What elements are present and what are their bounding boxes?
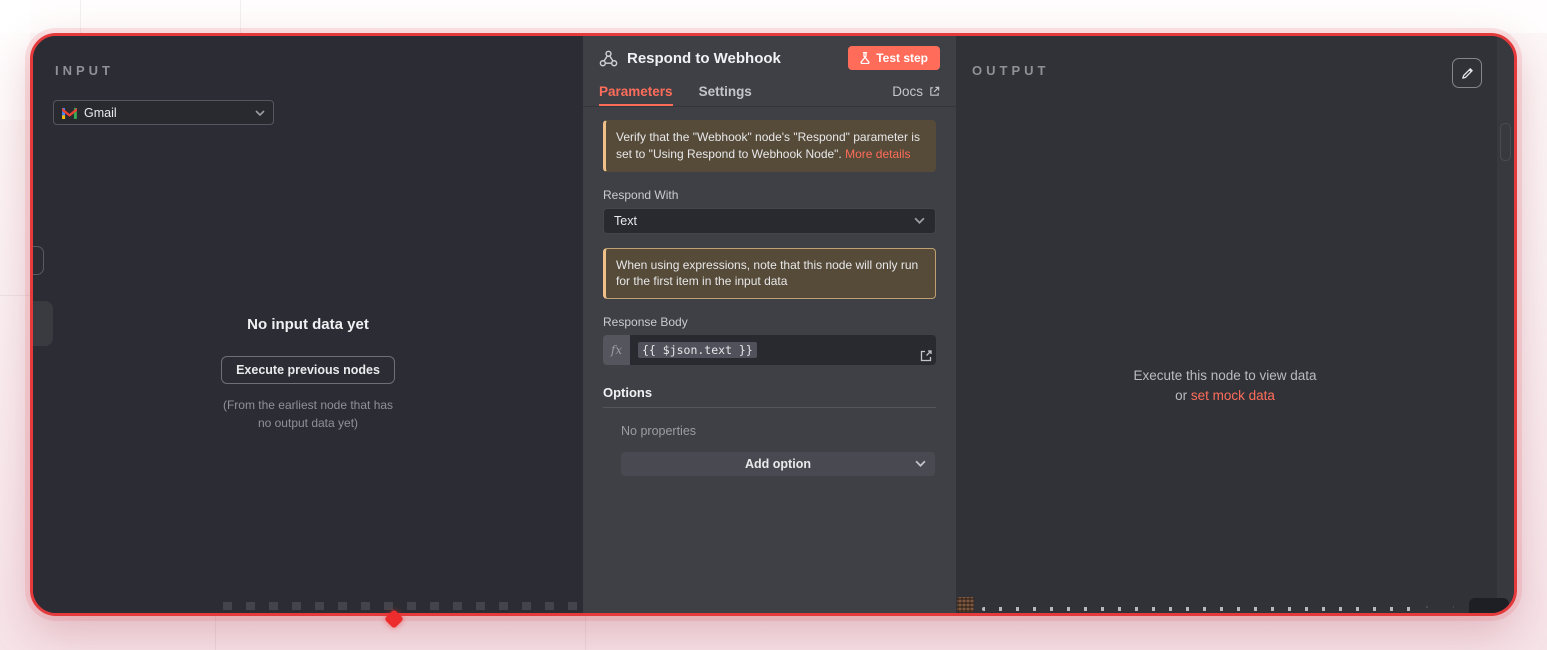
tab-settings[interactable]: Settings [699,76,752,106]
clipped-footer-text [982,607,1412,611]
response-body-input[interactable]: fx {{ $json.text }} [603,335,936,365]
clipped-corner-widget [1469,598,1509,613]
output-panel-title: OUTPUT [972,63,1049,78]
options-section-title: Options [603,385,936,408]
canvas-top-strip [0,0,1547,33]
no-input-data-title: No input data yet [33,316,583,333]
input-source-label: Gmail [84,106,248,120]
clipped-footer-dots [1426,606,1454,608]
expression-value: {{ $json.text }} [638,342,757,358]
canvas-grid-line [0,295,30,296]
chevron-down-icon [255,110,265,116]
no-properties-text: No properties [621,424,936,438]
webhook-verify-notice: Verify that the "Webhook" node's "Respon… [603,120,936,172]
flask-icon [860,52,870,64]
panel-edge-tab[interactable] [30,301,53,346]
respond-with-label: Respond With [603,188,936,202]
canvas-grid-line [80,0,81,33]
node-settings-panel: Respond to Webhook Test step Parameters … [583,36,956,613]
chevron-down-icon [915,460,926,467]
canvas-grid-line [240,0,241,33]
gmail-icon [62,107,77,119]
chevron-down-icon [914,217,925,224]
input-panel: INPUT Gmail No input data yet Execute pr… [33,36,583,613]
execute-previous-nodes-button[interactable]: Execute previous nodes [221,356,395,384]
edit-output-button[interactable] [1452,58,1482,88]
clipped-footer-icon [957,597,974,612]
webhook-node-icon [599,50,618,67]
pencil-icon [1461,67,1474,80]
input-source-select[interactable]: Gmail [53,100,274,125]
set-mock-data-link[interactable]: set mock data [1191,388,1275,403]
add-option-button[interactable]: Add option [621,452,935,476]
docs-link[interactable]: Docs [892,84,940,99]
output-empty-state: Execute this node to view data or set mo… [956,366,1494,405]
more-details-link[interactable]: More details [845,147,910,161]
fx-toggle-icon[interactable]: fx [603,335,630,365]
expression-warning-notice: When using expressions, note that this n… [603,248,936,300]
test-step-button[interactable]: Test step [848,46,940,70]
tab-parameters[interactable]: Parameters [599,76,673,106]
panel-edge-handle-icon[interactable] [30,246,44,275]
external-link-icon [929,86,940,97]
canvas-grid-line [585,616,586,650]
node-tabbar: Parameters Settings Docs [583,76,956,107]
canvas-left-strip [0,0,30,120]
input-hint-text: (From the earliest node that has no outp… [33,396,583,432]
background-canvas-ticks [223,602,583,610]
respond-with-select[interactable]: Text [603,208,936,234]
response-body-label: Response Body [603,315,936,329]
node-title: Respond to Webhook [627,50,839,67]
output-panel: OUTPUT Execute this node to view data or… [956,36,1514,613]
input-panel-title: INPUT [55,63,114,78]
canvas-grid-line [215,616,216,650]
panel-edge-handle-icon [1500,123,1511,161]
expand-expression-icon[interactable] [919,349,933,362]
node-details-view: INPUT Gmail No input data yet Execute pr… [30,33,1517,616]
